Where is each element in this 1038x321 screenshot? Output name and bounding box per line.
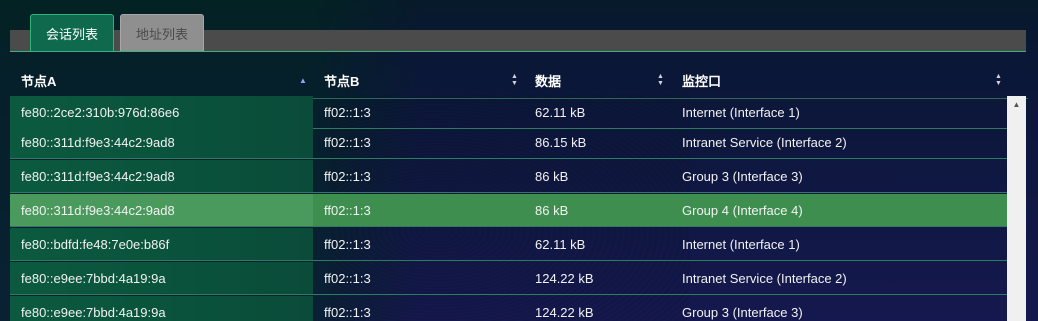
- cell-monitor: Intranet Service (Interface 2): [682, 271, 847, 286]
- table-row[interactable]: fe80::bdfd:fe48:7e0e:b86f ff02::1:3 62.1…: [10, 228, 1007, 261]
- column-header-data[interactable]: 数据: [535, 62, 561, 98]
- scroll-up-arrow-icon[interactable]: ▲: [1007, 96, 1026, 113]
- vertical-scrollbar[interactable]: ▲: [1007, 96, 1026, 321]
- column-header-monitor-label: 监控口: [682, 73, 722, 89]
- scrollbar-thumb[interactable]: [1010, 116, 1023, 321]
- cell-monitor: Group 3 (Interface 3): [682, 169, 803, 184]
- cell-node-a: fe80::e9ee:7bbd:4a19:9a: [21, 305, 166, 320]
- cell-node-a: fe80::311d:f9e3:44c2:9ad8: [21, 203, 175, 218]
- cell-data: 62.11 kB: [535, 237, 586, 252]
- cell-node-b: ff02::1:3: [324, 237, 371, 252]
- cell-node-b: ff02::1:3: [324, 169, 371, 184]
- column-header-node-b-label: 节点B: [324, 73, 360, 89]
- tab-address-list[interactable]: 地址列表: [120, 14, 204, 51]
- cell-monitor: Internet (Interface 1): [682, 237, 800, 252]
- cell-node-b: ff02::1:3: [324, 271, 371, 286]
- cell-data: 124.22 kB: [535, 305, 594, 320]
- sort-both-icon[interactable]: ▲ ▼: [995, 62, 1002, 98]
- sort-ascending-icon[interactable]: ▲: [299, 62, 307, 98]
- table-row[interactable]: fe80::e9ee:7bbd:4a19:9a ff02::1:3 124.22…: [10, 262, 1007, 295]
- cell-monitor: Intranet Service (Interface 2): [682, 135, 847, 150]
- cell-monitor: Internet (Interface 1): [682, 105, 800, 120]
- table-row[interactable]: fe80::e9ee:7bbd:4a19:9a ff02::1:3 124.22…: [10, 296, 1007, 321]
- sort-both-icon[interactable]: ▲ ▼: [511, 62, 518, 98]
- table-row[interactable]: fe80::311d:f9e3:44c2:9ad8 ff02::1:3 86.1…: [10, 126, 1007, 159]
- table-body: fe80::2ce2:310b:976d:86e6 ff02::1:3 62.1…: [10, 96, 1007, 321]
- table-row-selected[interactable]: fe80::311d:f9e3:44c2:9ad8 ff02::1:3 86 k…: [10, 194, 1007, 227]
- table-header: 节点A ▲ 节点B ▲ ▼ 数据 ▲ ▼ 监控口 ▲ ▼: [10, 62, 1028, 99]
- table-row[interactable]: fe80::2ce2:310b:976d:86e6 ff02::1:3 62.1…: [10, 96, 1007, 129]
- table-row[interactable]: fe80::311d:f9e3:44c2:9ad8 ff02::1:3 86 k…: [10, 160, 1007, 193]
- cell-monitor: Group 4 (Interface 4): [682, 203, 803, 218]
- tab-session-list[interactable]: 会话列表: [30, 14, 114, 51]
- cell-node-a: fe80::e9ee:7bbd:4a19:9a: [21, 271, 166, 286]
- cell-monitor: Group 3 (Interface 3): [682, 305, 803, 320]
- cell-node-b: ff02::1:3: [324, 203, 371, 218]
- cell-node-a: fe80::bdfd:fe48:7e0e:b86f: [21, 237, 170, 252]
- cell-node-a: fe80::2ce2:310b:976d:86e6: [21, 105, 180, 120]
- cell-data: 86 kB: [535, 169, 569, 184]
- cell-node-b: ff02::1:3: [324, 305, 371, 320]
- tab-session-list-label: 会话列表: [45, 26, 98, 42]
- cell-data: 62.11 kB: [535, 105, 586, 120]
- column-header-node-a-label: 节点A: [21, 73, 57, 89]
- column-header-monitor[interactable]: 监控口: [682, 62, 721, 98]
- column-header-node-b[interactable]: 节点B: [324, 62, 359, 98]
- column-header-node-a[interactable]: 节点A: [21, 62, 56, 98]
- cell-data: 86.15 kB: [535, 135, 587, 150]
- cell-data: 86 kB: [535, 203, 569, 218]
- cell-node-a: fe80::311d:f9e3:44c2:9ad8: [21, 135, 175, 150]
- cell-data: 124.22 kB: [535, 271, 594, 286]
- cell-node-b: ff02::1:3: [324, 105, 371, 120]
- column-header-data-label: 数据: [535, 73, 562, 89]
- cell-node-b: ff02::1:3: [324, 135, 371, 150]
- sort-both-icon[interactable]: ▲ ▼: [657, 62, 664, 98]
- tab-address-list-label: 地址列表: [135, 26, 188, 42]
- cell-node-a: fe80::311d:f9e3:44c2:9ad8: [21, 169, 175, 184]
